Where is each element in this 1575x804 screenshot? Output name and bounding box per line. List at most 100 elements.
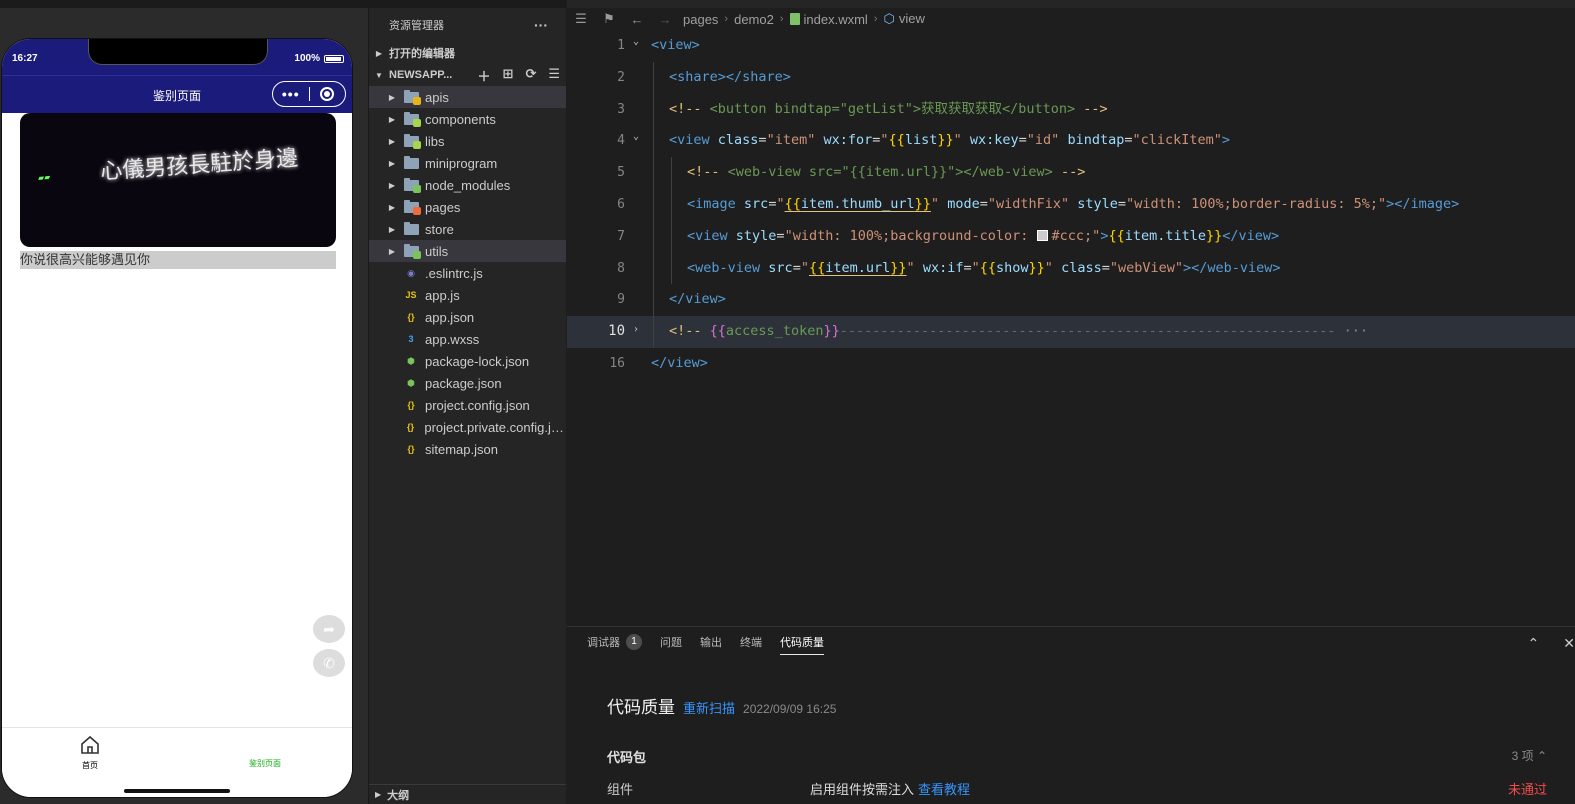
breadcrumb-demo2[interactable]: demo2 <box>734 12 774 27</box>
refresh-icon[interactable]: ⟳ <box>525 66 536 85</box>
close-panel-icon[interactable]: ✕ <box>1563 635 1575 652</box>
home-indicator <box>124 789 230 793</box>
simulator-toolbar <box>0 0 368 8</box>
tab-code-quality[interactable]: 代码质量 <box>780 627 824 657</box>
fold-chevron-right-icon[interactable]: › <box>633 314 639 346</box>
tab-identify-label: 鉴别页面 <box>249 759 281 768</box>
tab-debugger[interactable]: 调试器 1 <box>587 627 642 657</box>
folder-item[interactable]: ▶ utils <box>369 240 566 262</box>
simulator-pane: 16:27 100% 鉴别页面 ••• 心儀男孩長駐於身邊 ▰▰ 你说很高兴能够… <box>0 0 368 804</box>
code-line: 4 ⌄ <view class="item" wx:for="{{list}}"… <box>567 125 1575 158</box>
more-button[interactable]: ••• <box>273 82 309 106</box>
file-item[interactable]: ▶{}project.config.json <box>369 394 566 416</box>
symbol-icon: ⬡ <box>883 11 895 26</box>
panel-tabs: 调试器 1 问题 输出 终端 代码质量 <box>567 627 1575 657</box>
json-icon: {} <box>407 444 415 454</box>
chevron-down-icon: ▼ <box>375 70 383 80</box>
breadcrumb-symbol[interactable]: ⬡ view <box>883 11 924 27</box>
indent-guide <box>653 316 654 348</box>
code-text: <view> <box>651 37 700 53</box>
open-editors-section[interactable]: ▶ 打开的编辑器 <box>369 42 566 64</box>
file-item[interactable]: ▶◉.eslintrc.js <box>369 262 566 284</box>
menu-capsule[interactable]: ••• <box>272 81 346 107</box>
workspace-actions: ＋ ⊞ ⟳ ☰ <box>478 66 560 85</box>
more-actions-icon[interactable]: ··· <box>534 17 548 33</box>
folder-item[interactable]: ▶ pages <box>369 196 566 218</box>
file-item[interactable]: ▶{}app.json <box>369 306 566 328</box>
fold-chevron-down-icon[interactable]: ⌄ <box>633 26 639 58</box>
rescan-link[interactable]: 重新扫描 <box>683 698 735 717</box>
chevron-right-icon: ▶ <box>388 246 395 256</box>
news-title[interactable]: 你说很高兴能够遇见你 <box>20 251 336 269</box>
news-thumbnail[interactable]: 心儀男孩長駐於身邊 ▰▰ <box>20 113 336 247</box>
navigation-bar: 鉴别页面 ••• <box>2 75 352 113</box>
maximize-panel-icon[interactable]: ⌃ <box>1528 635 1540 652</box>
folder-item[interactable]: ▶ miniprogram <box>369 152 566 174</box>
tab-home[interactable]: 首页 <box>50 734 130 771</box>
collapse-all-icon[interactable]: ☰ <box>548 66 560 85</box>
folder-item[interactable]: ▶ node_modules <box>369 174 566 196</box>
code-text: <web-view src="{{item.url}}" wx:if="{{sh… <box>687 259 1281 276</box>
code-text: <view style="width: 100%;background-colo… <box>687 227 1280 244</box>
package-row[interactable]: 代码包 3 项 ⌃ <box>607 747 1547 766</box>
workspace-section[interactable]: ▼ NEWSAPP... ＋ ⊞ ⟳ ☰ <box>369 64 566 86</box>
back-arrow-icon[interactable]: ← <box>623 12 651 27</box>
forward-arrow-icon[interactable]: → <box>651 12 679 27</box>
share-float-button[interactable]: ➦ <box>313 615 345 643</box>
open-editors-label: 打开的编辑器 <box>389 48 455 60</box>
scan-timestamp: 2022/09/09 16:25 <box>743 702 837 716</box>
indent-guide <box>653 284 654 317</box>
new-file-icon[interactable]: ＋ <box>478 66 491 85</box>
new-folder-icon[interactable]: ⊞ <box>503 66 514 85</box>
file-item[interactable]: ▶⬢package-lock.json <box>369 350 566 372</box>
file-item[interactable]: ▶{}sitemap.json <box>369 438 566 460</box>
debugger-count-badge: 1 <box>626 634 642 650</box>
line-number: 8 <box>617 260 625 276</box>
file-item[interactable]: ▶{}project.private.config.js... <box>369 416 566 438</box>
tab-output[interactable]: 输出 <box>700 627 722 657</box>
js-icon: JS <box>405 290 417 300</box>
folder-item[interactable]: ▶ store <box>369 218 566 240</box>
close-miniprogram-button[interactable] <box>310 82 346 106</box>
list-icon[interactable]: ☰ <box>567 11 595 27</box>
folder-item[interactable]: ▶ apis <box>369 86 566 108</box>
more-dots-icon: ••• <box>281 86 300 102</box>
code-text: </view> <box>669 291 726 308</box>
breadcrumb-file[interactable]: index.wxml <box>789 12 868 27</box>
view-tutorial-link[interactable]: 查看教程 <box>918 782 970 797</box>
file-item[interactable]: ▶JSapp.js <box>369 284 566 306</box>
contact-float-button[interactable]: ✆ <box>313 649 345 677</box>
fold-chevron-down-icon[interactable]: ⌄ <box>633 121 639 153</box>
tab-home-label: 首页 <box>82 761 98 770</box>
folder-item[interactable]: ▶ libs <box>369 130 566 152</box>
tab-problems[interactable]: 问题 <box>660 627 682 657</box>
code-area[interactable]: 1 ⌄ <view> 2 <share></share> 3 <!-- <but… <box>567 30 1575 380</box>
folder-icon <box>403 111 421 127</box>
thumbnail-caption: 心儀男孩長駐於身邊 <box>99 146 299 185</box>
folder-icon <box>403 177 421 193</box>
breadcrumb-pages[interactable]: pages <box>683 12 718 27</box>
status-time: 16:27 <box>12 53 38 64</box>
workspace-label: NEWSAPP... <box>389 69 453 81</box>
outline-label: 大纲 <box>387 789 410 802</box>
css-icon: 3 <box>408 334 414 344</box>
package-count-label: 3 项 <box>1511 749 1534 763</box>
color-swatch[interactable] <box>1036 229 1048 241</box>
folder-icon <box>403 221 419 236</box>
code-line-active: 10 › <!-- {{access_token}}--------------… <box>567 316 1575 348</box>
bookmark-icon[interactable]: ⚑ <box>595 11 623 27</box>
code-line: 7 <view style="width: 100%;background-co… <box>567 220 1575 253</box>
folder-item[interactable]: ▶ components <box>369 108 566 130</box>
chevron-right-icon: ▶ <box>388 180 395 190</box>
json-icon: {} <box>407 312 415 322</box>
file-item[interactable]: ▶3app.wxss <box>369 328 566 350</box>
tab-terminal[interactable]: 终端 <box>740 627 762 657</box>
breadcrumb-separator-icon: › <box>873 13 878 25</box>
code-line: 1 ⌄ <view> <box>567 30 1575 62</box>
file-name: package-lock.json <box>425 353 530 369</box>
file-item[interactable]: ▶⬢package.json <box>369 372 566 394</box>
outline-section[interactable]: ▶ 大纲 <box>369 784 566 804</box>
indent-guide <box>653 61 654 94</box>
file-name: miniprogram <box>425 155 498 171</box>
tab-identify[interactable]: 鉴别页面 <box>225 758 305 769</box>
